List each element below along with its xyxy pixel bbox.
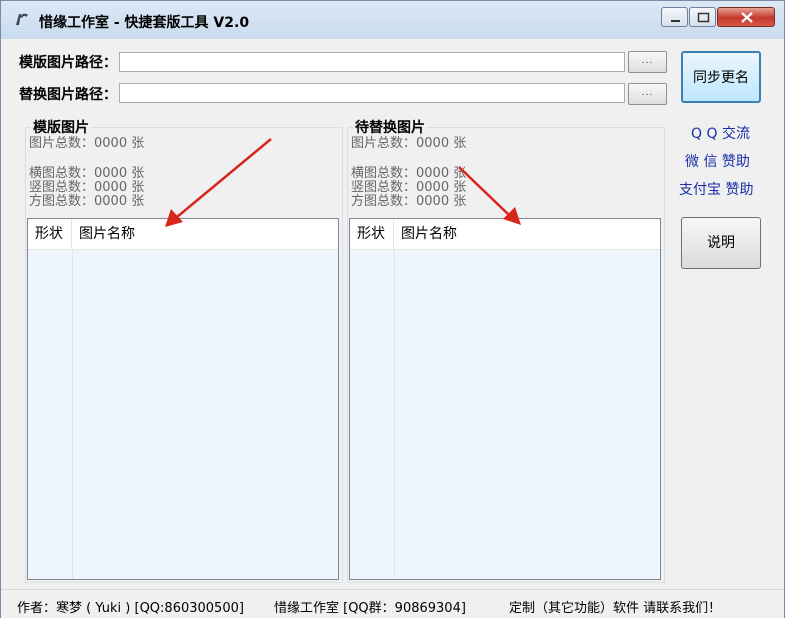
- replace-col-shape[interactable]: 形状: [350, 219, 394, 249]
- template-image-list[interactable]: 形状 图片名称: [27, 218, 339, 580]
- wechat-donate-link[interactable]: 微 信 赞助: [685, 151, 750, 171]
- replace-col-name[interactable]: 图片名称: [401, 219, 457, 249]
- replace-list-header: 形状 图片名称: [350, 219, 660, 250]
- alipay-donate-link[interactable]: 支付宝 赞助: [679, 179, 753, 199]
- template-square-count: 方图总数：0000 张: [29, 194, 145, 209]
- template-portrait-count: 竖图总数：0000 张: [29, 180, 145, 195]
- qq-chat-link[interactable]: Q Q 交流: [691, 123, 750, 143]
- status-author: 作者：寒梦 ( Yuki ) [QQ:860300500]: [17, 601, 244, 616]
- status-custom: 定制（其它功能）软件 请联系我们！: [509, 601, 722, 616]
- minimize-button[interactable]: [661, 7, 688, 27]
- template-list-header: 形状 图片名称: [28, 219, 338, 250]
- sync-rename-button[interactable]: 同步更名: [681, 51, 761, 103]
- app-logo-icon: [16, 13, 28, 25]
- template-total-count: 图片总数：0000 张: [29, 136, 145, 151]
- replace-list-divider: [394, 249, 395, 579]
- replace-portrait-count: 竖图总数：0000 张: [351, 180, 467, 195]
- template-col-shape[interactable]: 形状: [28, 219, 72, 249]
- replace-total-count: 图片总数：0000 张: [351, 136, 467, 151]
- replace-square-count: 方图总数：0000 张: [351, 194, 467, 209]
- replace-image-list[interactable]: 形状 图片名称: [349, 218, 661, 580]
- replace-browse-button[interactable]: ...: [628, 83, 667, 105]
- maximize-icon: [697, 12, 710, 23]
- replace-group-title: 待替换图片: [353, 117, 427, 137]
- template-group-title: 模版图片: [31, 117, 91, 137]
- window-title: 惜缘工作室 - 快捷套版工具 V2.0: [39, 15, 250, 31]
- help-button[interactable]: 说明: [681, 217, 761, 269]
- replace-path-label: 替换图片路径：: [19, 87, 117, 103]
- template-path-label: 模版图片路径：: [19, 55, 117, 71]
- template-col-name[interactable]: 图片名称: [79, 219, 135, 249]
- template-list-divider: [72, 249, 73, 579]
- maximize-button[interactable]: [689, 7, 716, 27]
- minimize-icon: [671, 20, 680, 22]
- title-bar[interactable]: 惜缘工作室 - 快捷套版工具 V2.0: [1, 1, 784, 39]
- close-icon: [741, 12, 753, 23]
- template-browse-button[interactable]: ...: [628, 51, 667, 73]
- replace-path-input[interactable]: [119, 83, 625, 103]
- status-studio: 惜缘工作室 [QQ群：90869304]: [274, 601, 466, 616]
- status-bar: 作者：寒梦 ( Yuki ) [QQ:860300500] 惜缘工作室 [QQ群…: [1, 589, 784, 618]
- template-path-input[interactable]: [119, 52, 625, 72]
- template-landscape-count: 横图总数：0000 张: [29, 166, 145, 181]
- replace-landscape-count: 横图总数：0000 张: [351, 166, 467, 181]
- close-button[interactable]: [717, 7, 775, 27]
- app-window: 惜缘工作室 - 快捷套版工具 V2.0 模版图片路径： ... 替换图片路径： …: [0, 0, 785, 618]
